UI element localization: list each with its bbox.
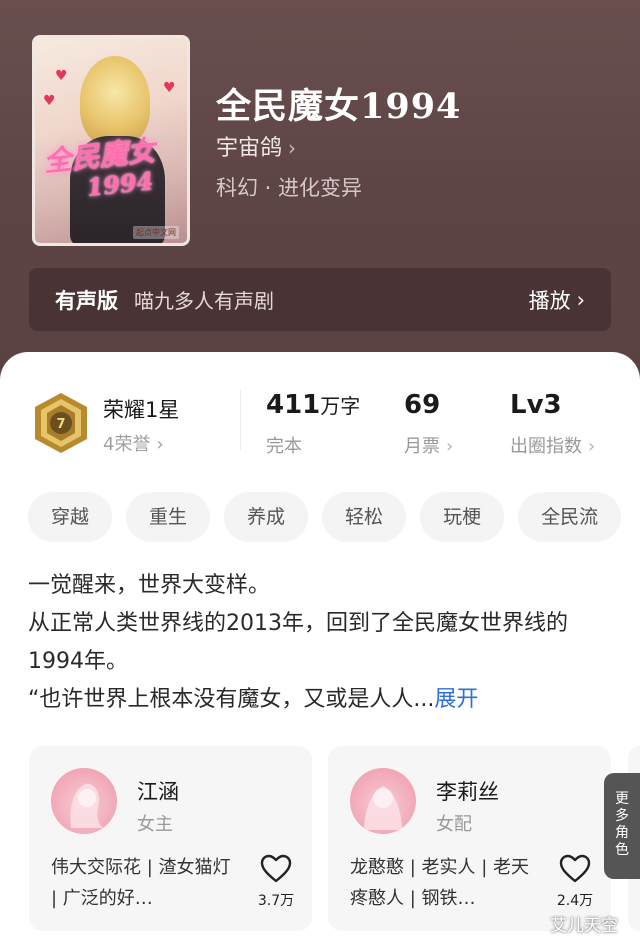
breakout-index-label: 出圈指数 <box>510 436 582 457</box>
tag-chip[interactable]: 穿越 <box>28 492 113 542</box>
description-line: 从正常人类世界线的2013年，回到了全民魔女世界线的1994年。 <box>28 611 568 674</box>
heart-outline-icon <box>260 854 292 883</box>
like-button[interactable]: 2.4万 <box>550 854 600 910</box>
like-button[interactable]: 3.7万 <box>251 854 301 910</box>
play-label: 播放 <box>528 288 571 313</box>
avatar <box>350 768 416 834</box>
chevron-right-icon: › <box>588 436 596 457</box>
character-role: 女主 <box>137 814 173 835</box>
tag-list: 穿越 重生 养成 轻松 玩梗 全民流 <box>28 492 622 542</box>
completion-status: 完本 <box>266 436 302 457</box>
watermark: 艾儿天空 <box>550 916 618 936</box>
heart-icon: ♥ <box>163 80 176 96</box>
author-name: 宇宙鸽 <box>216 136 283 161</box>
chevron-right-icon: › <box>156 434 164 455</box>
character-card[interactable]: 李莉丝 女配 龙憨憨 | 老实人 | 老天疼憨人 | 钢铁… 2.4万 <box>328 746 611 931</box>
audio-subtitle: 喵九多人有声剧 <box>134 289 274 313</box>
audio-label: 有声版 <box>55 288 118 313</box>
description-line: 一觉醒来，世界大变样。 <box>28 573 271 598</box>
cover-neon-title: 全民魔女 1994 <box>42 133 157 202</box>
character-tags: 龙憨憨 | 老实人 | 老天疼憨人 | 钢铁… <box>350 857 530 909</box>
word-count: 411万字 <box>266 390 361 420</box>
medal-icon[interactable]: 7 <box>31 391 91 455</box>
character-name: 江涵 <box>137 780 179 804</box>
book-cover-image[interactable]: ♥ ♥ ♥ 全民魔女 1994 起点中文网 <box>32 35 190 246</box>
like-count: 2.4万 <box>556 893 594 909</box>
character-card[interactable]: 江涵 女主 伟大交际花 | 渣女猫灯 | 广泛的好… 3.7万 <box>29 746 312 931</box>
chevron-right-icon: › <box>288 136 297 160</box>
medal-number: 7 <box>56 417 65 432</box>
heart-icon: ♥ <box>55 68 68 84</box>
book-title: 全民魔女1994 <box>216 86 462 127</box>
tag-chip[interactable]: 轻松 <box>322 492 407 542</box>
author-link[interactable]: 宇宙鸽 › <box>216 130 296 162</box>
monthly-tickets-count: 69 <box>404 390 441 420</box>
monthly-tickets-link[interactable]: 月票 › <box>404 432 453 458</box>
book-header: ♥ ♥ ♥ 全民魔女 1994 起点中文网 全民魔女1994 宇宙鸽 › 科幻 ·… <box>0 0 640 400</box>
more-characters-button[interactable]: 更多角色 <box>604 773 640 879</box>
expand-link[interactable]: 展开 <box>434 687 478 712</box>
tag-chip[interactable]: 重生 <box>126 492 211 542</box>
play-button[interactable]: 播放 › <box>529 285 585 315</box>
tag-chip[interactable]: 全民流 <box>518 492 622 542</box>
character-name: 李莉丝 <box>436 780 499 804</box>
cover-character-hair <box>80 56 150 146</box>
more-characters-label: 更多角色 <box>615 791 629 858</box>
monthly-tickets-label: 月票 <box>404 436 440 457</box>
book-description: 一觉醒来，世界大变样。 从正常人类世界线的2013年，回到了全民魔女世界线的19… <box>28 567 603 719</box>
like-count: 3.7万 <box>257 893 295 909</box>
audio-version-bar[interactable]: 有声版 喵九多人有声剧 播放 › <box>29 268 611 331</box>
heart-icon: ♥ <box>43 93 56 109</box>
heart-outline-icon <box>559 854 591 883</box>
avatar <box>51 768 117 834</box>
breakout-index-level: Lv3 <box>510 390 562 420</box>
honor-count-link[interactable]: 4荣誉 › <box>103 430 164 456</box>
divider <box>240 390 241 450</box>
chevron-right-icon: › <box>446 436 454 457</box>
honor-count: 4荣誉 <box>103 434 151 455</box>
honor-name: 荣耀1星 <box>103 398 180 422</box>
book-genre: 科幻 · 进化变异 <box>216 176 363 200</box>
tag-chip[interactable]: 养成 <box>224 492 309 542</box>
publisher-badge: 起点中文网 <box>133 226 179 239</box>
chevron-right-icon: › <box>576 287 585 312</box>
character-role: 女配 <box>436 814 472 835</box>
description-line: “也许世界上根本没有魔女，又或是人人...展开 <box>28 687 479 712</box>
character-tags: 伟大交际花 | 渣女猫灯 | 广泛的好… <box>51 857 231 909</box>
tag-chip[interactable]: 玩梗 <box>420 492 505 542</box>
breakout-index-link[interactable]: 出圈指数 › <box>510 432 595 458</box>
